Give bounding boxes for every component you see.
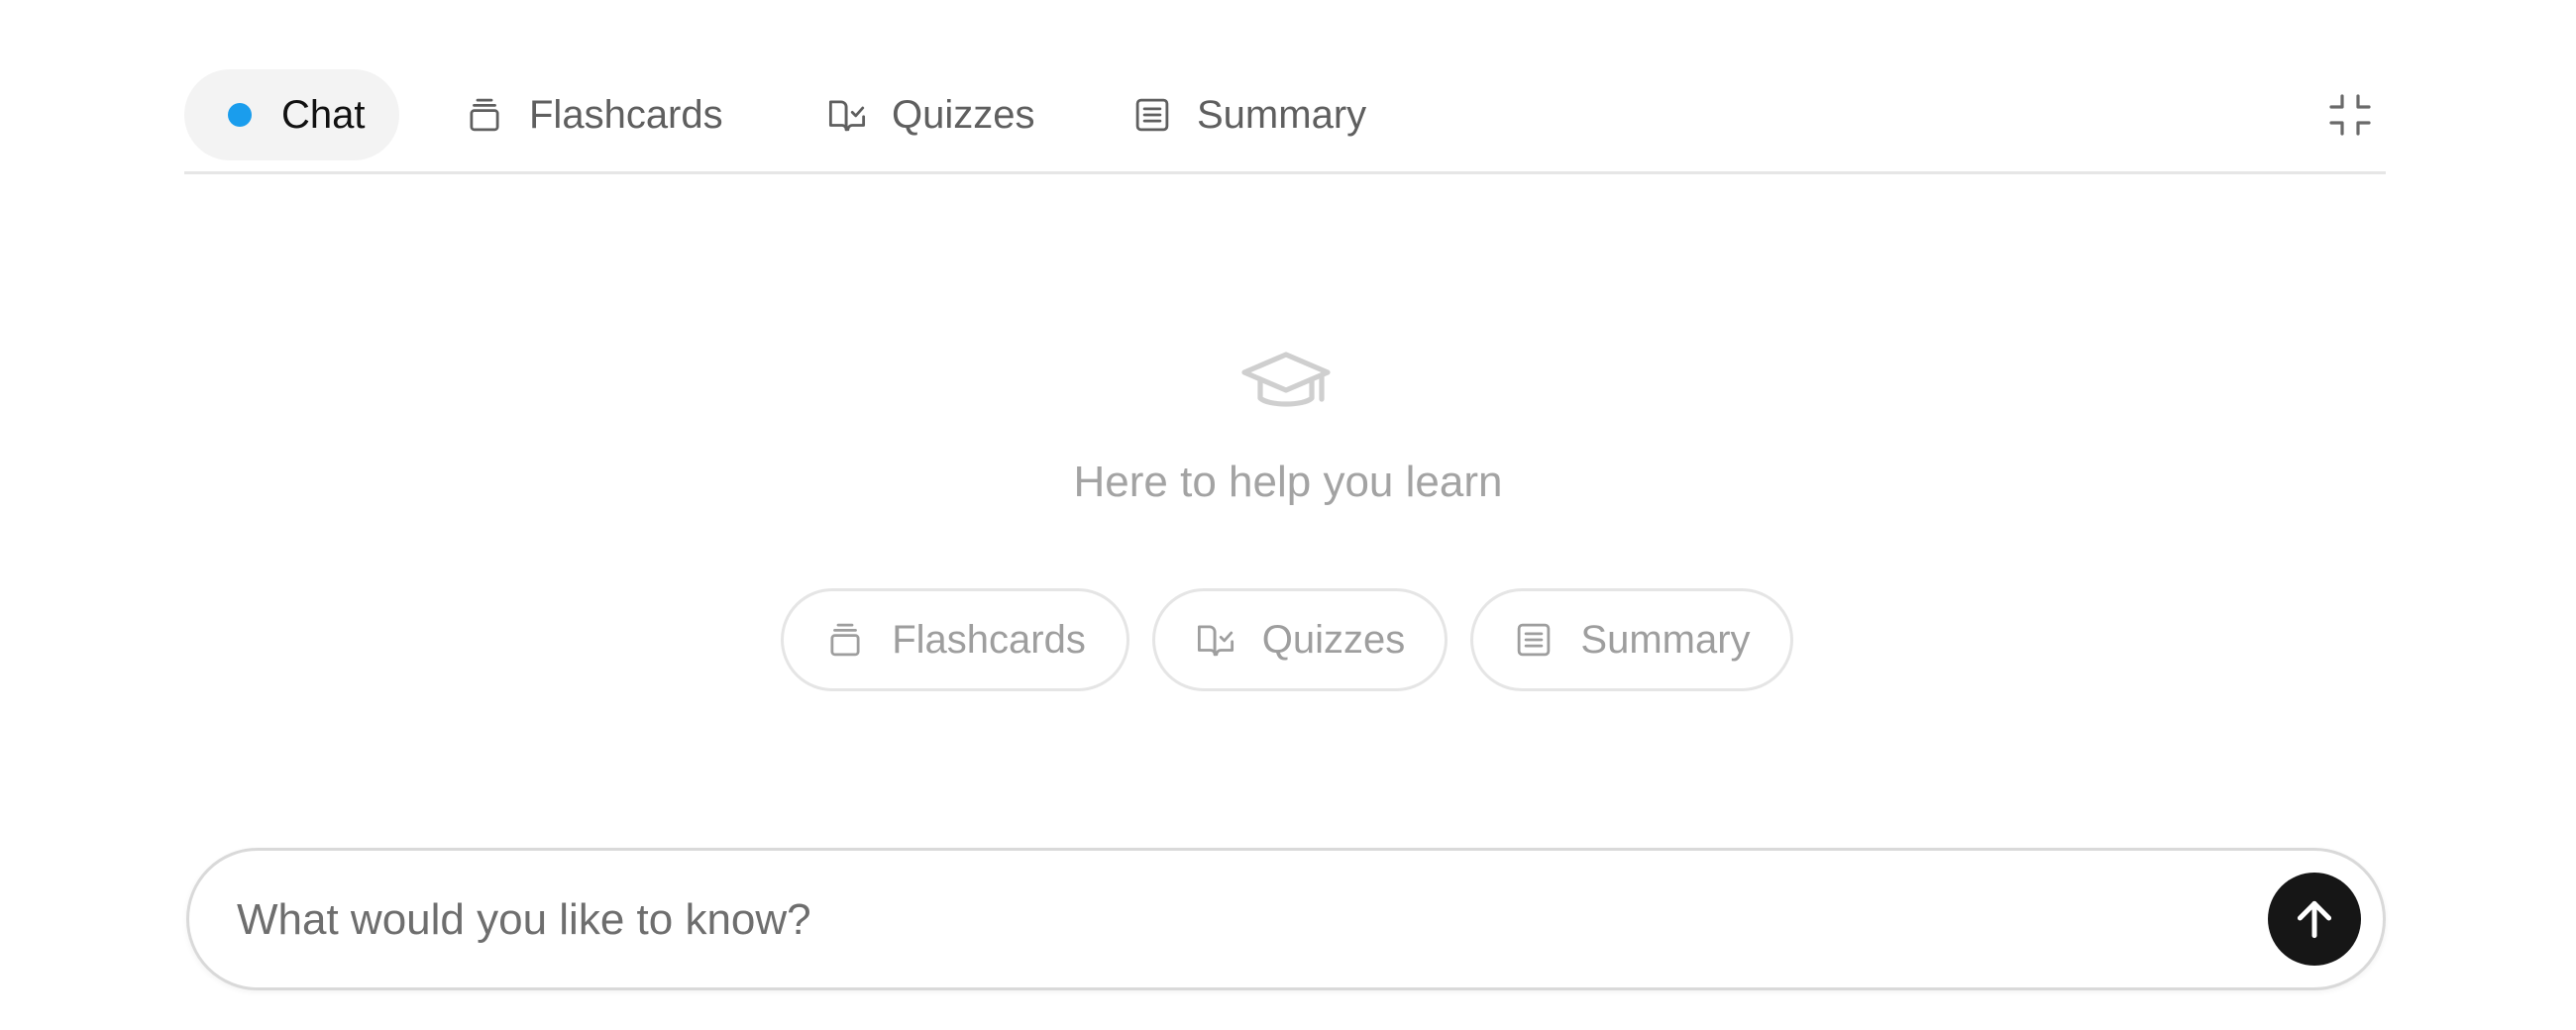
flashcards-chip-button[interactable]: Flashcards [781,588,1129,691]
tab-summary-label: Summary [1197,92,1367,137]
tab-flashcards[interactable]: Flashcards [464,69,723,160]
message-input[interactable] [235,851,2200,989]
minimize-icon [2329,94,2371,136]
book-check-icon [826,94,868,136]
tab-quizzes[interactable]: Quizzes [826,69,1035,160]
empty-state-message: Here to help you learn [1073,458,1503,506]
message-composer [186,848,2386,990]
cards-stack-icon [824,619,866,661]
summary-chip-button[interactable]: Summary [1470,588,1793,691]
tab-bar: Chat Flashcards Quizzes Summary [184,67,2386,174]
tab-summary[interactable]: Summary [1131,69,1366,160]
study-panel: Chat Flashcards Quizzes Summary Here to … [0,0,2576,1030]
document-lines-icon [1513,619,1555,661]
book-check-icon [1195,619,1236,661]
tab-chat-label: Chat [281,92,366,137]
arrow-up-icon [2297,900,2332,939]
quizzes-chip-label: Quizzes [1261,617,1406,662]
status-dot-icon [228,103,252,127]
tab-quizzes-label: Quizzes [892,92,1035,137]
cards-stack-icon [464,94,505,136]
tab-flashcards-label: Flashcards [529,92,723,137]
flashcards-chip-label: Flashcards [892,617,1086,662]
summary-chip-label: Summary [1580,617,1751,662]
graduation-cap-icon [1240,349,1332,420]
tab-chat[interactable]: Chat [184,69,399,160]
document-lines-icon [1131,94,1173,136]
send-button[interactable] [2268,873,2361,966]
collapse-button[interactable] [2326,91,2374,139]
quizzes-chip-button[interactable]: Quizzes [1152,588,1448,691]
